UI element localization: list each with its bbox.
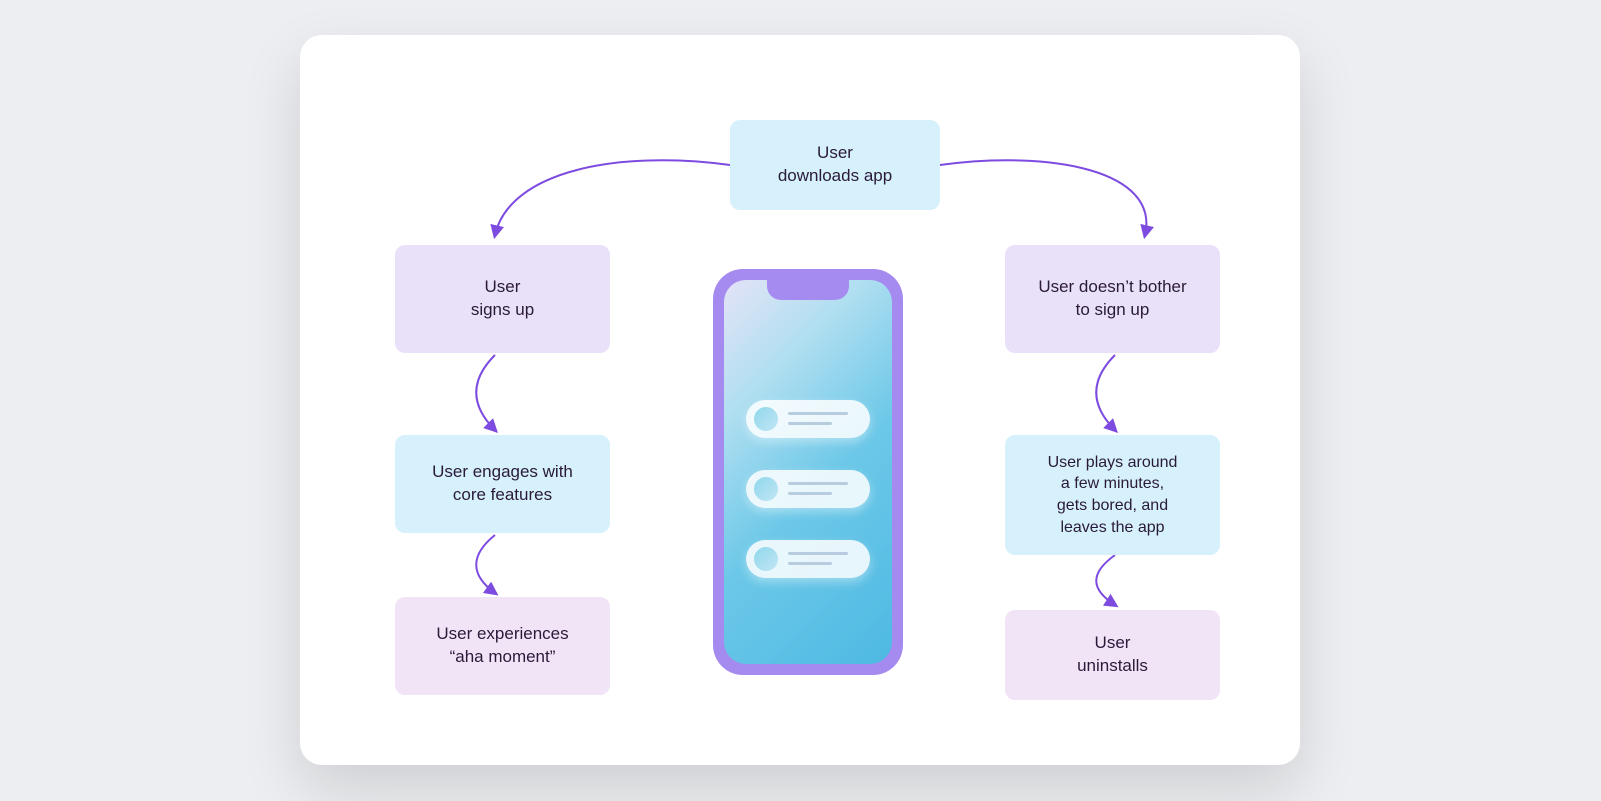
diagram-card: Userdownloads app Usersigns up User enga… xyxy=(300,35,1300,765)
node-engages-core: User engages withcore features xyxy=(395,435,610,533)
node-label: Usersigns up xyxy=(471,276,534,322)
phone-notch xyxy=(767,280,849,300)
node-uninstalls: Useruninstalls xyxy=(1005,610,1220,700)
phone-screen xyxy=(724,280,892,664)
phone-illustration xyxy=(713,269,903,675)
list-item xyxy=(746,470,870,508)
node-label: User plays arounda few minutes,gets bore… xyxy=(1048,452,1178,538)
node-no-signup: User doesn’t botherto sign up xyxy=(1005,245,1220,353)
list-item xyxy=(746,540,870,578)
node-label: Userdownloads app xyxy=(778,142,892,188)
node-label: User engages withcore features xyxy=(432,461,573,507)
node-label: User doesn’t botherto sign up xyxy=(1038,276,1186,322)
node-label: Useruninstalls xyxy=(1077,632,1148,678)
node-plays-around: User plays arounda few minutes,gets bore… xyxy=(1005,435,1220,555)
node-downloads-app: Userdownloads app xyxy=(730,120,940,210)
node-label: User experiences“aha moment” xyxy=(436,623,568,669)
node-signs-up: Usersigns up xyxy=(395,245,610,353)
node-aha-moment: User experiences“aha moment” xyxy=(395,597,610,695)
list-item xyxy=(746,400,870,438)
